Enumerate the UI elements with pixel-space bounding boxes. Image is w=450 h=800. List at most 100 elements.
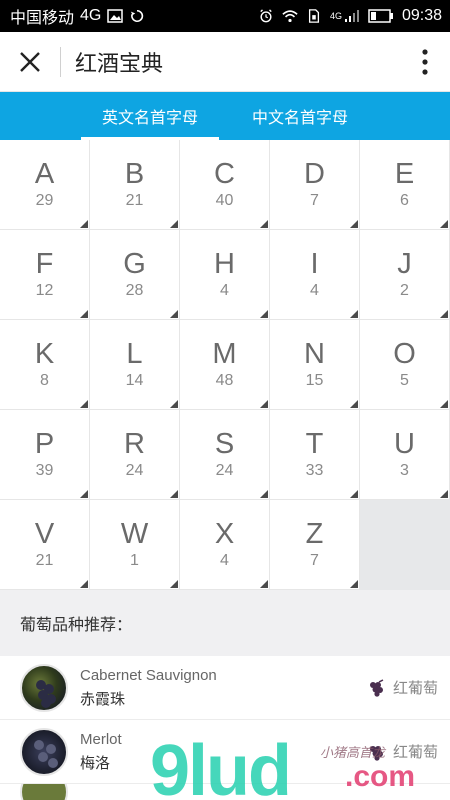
corner-triangle-icon [260, 220, 268, 228]
corner-triangle-icon [80, 220, 88, 228]
corner-triangle-icon [440, 490, 448, 498]
letter-label: K [34, 338, 55, 370]
corner-triangle-icon [170, 400, 178, 408]
letter-label: D [304, 158, 325, 190]
letter-cell-k[interactable]: K8 [0, 320, 90, 410]
letter-cell-x[interactable]: X4 [180, 500, 270, 590]
letter-cell-u[interactable]: U3 [360, 410, 450, 500]
image-notification-icon [107, 9, 124, 23]
letter-cell-j[interactable]: J2 [360, 230, 450, 320]
letter-label: M [212, 338, 237, 370]
tab-bar: 英文名首字母 中文名首字母 [0, 92, 450, 140]
corner-triangle-icon [260, 490, 268, 498]
letter-label: A [34, 158, 55, 190]
watermark-slogan: 小猪高首龙 [320, 746, 386, 761]
letter-label: H [214, 248, 235, 280]
letter-count: 33 [305, 462, 324, 479]
wifi-icon [282, 10, 298, 23]
network-small-label: 4G [329, 11, 342, 21]
title-divider [60, 46, 61, 77]
corner-triangle-icon [260, 400, 268, 408]
corner-triangle-icon [170, 580, 178, 588]
alarm-icon [260, 9, 272, 23]
letter-cell-c[interactable]: C 40 [180, 140, 270, 230]
letter-cell-d[interactable]: D7 [270, 140, 360, 230]
letter-cell-a[interactable]: A 29 [0, 140, 90, 230]
letter-label: U [394, 428, 415, 460]
letter-label: L [126, 338, 143, 370]
more-button[interactable] [400, 32, 450, 92]
tab-chinese-initial[interactable]: 中文名首字母 [225, 92, 375, 140]
variety-tag: 红葡萄 [392, 744, 438, 761]
signal-icon [344, 10, 359, 22]
letter-count: 21 [35, 552, 54, 569]
grape-thumbnail [20, 784, 68, 800]
letter-count: 6 [400, 192, 409, 209]
letter-label: S [214, 428, 235, 460]
corner-triangle-icon [350, 490, 358, 498]
letter-label: G [123, 248, 146, 280]
network-label: 4G [80, 7, 102, 24]
letter-cell-v[interactable]: V 21 [0, 500, 90, 590]
letter-label: F [35, 248, 54, 280]
corner-triangle-icon [80, 400, 88, 408]
tab-english-initial[interactable]: 英文名首字母 [75, 92, 225, 140]
corner-triangle-icon [170, 490, 178, 498]
letter-label: N [304, 338, 325, 370]
corner-triangle-icon [350, 220, 358, 228]
letter-label: E [394, 158, 415, 190]
letter-cell-n[interactable]: N 15 [270, 320, 360, 410]
letter-cell-t[interactable]: T 33 [270, 410, 360, 500]
letter-cell-s[interactable]: S 24 [180, 410, 270, 500]
letter-count: 1 [130, 552, 139, 569]
close-button[interactable] [0, 32, 60, 92]
letter-label: P [34, 428, 55, 460]
letter-cell-e[interactable]: E6 [360, 140, 450, 230]
battery-icon [368, 9, 393, 23]
letter-cell-b[interactable]: B 21 [90, 140, 180, 230]
letter-cell-g[interactable]: G 28 [90, 230, 180, 320]
letter-cell-z[interactable]: Z7 [270, 500, 360, 590]
letter-count: 12 [35, 282, 54, 299]
letter-count: 5 [400, 372, 409, 389]
letter-cell-f[interactable]: F 12 [0, 230, 90, 320]
corner-triangle-icon [170, 220, 178, 228]
letter-label: I [310, 248, 319, 280]
corner-triangle-icon [440, 400, 448, 408]
letter-count: 21 [125, 192, 144, 209]
page-title: 红酒宝典 [75, 50, 164, 76]
letter-cell-p[interactable]: P 39 [0, 410, 90, 500]
letter-count: 28 [125, 282, 144, 299]
letter-count: 2 [400, 282, 409, 299]
letter-count: 8 [40, 372, 49, 389]
corner-triangle-icon [350, 580, 358, 588]
sim-icon [308, 9, 319, 23]
list-item[interactable]: Cabernet Sauvignon 赤霞珠 红葡萄 [0, 656, 450, 720]
letter-count: 39 [35, 462, 54, 479]
letter-cell-r[interactable]: R 24 [90, 410, 180, 500]
corner-triangle-icon [80, 310, 88, 318]
app-bar: 红酒宝典 [0, 32, 450, 92]
letter-cell-l[interactable]: L 14 [90, 320, 180, 410]
sync-icon [131, 9, 144, 23]
clock: 09:38 [401, 7, 442, 24]
letter-count: 48 [215, 372, 234, 389]
recommend-title: 葡萄品种推荐： [0, 590, 450, 656]
letter-label: O [393, 338, 416, 370]
letter-cell-i[interactable]: I4 [270, 230, 360, 320]
corner-triangle-icon [350, 310, 358, 318]
variety-name-en: Cabernet Sauvignon [80, 666, 217, 684]
letter-count: 14 [125, 372, 144, 389]
letter-label: R [124, 428, 145, 460]
letter-cell-h[interactable]: H4 [180, 230, 270, 320]
letter-cell-w[interactable]: W1 [90, 500, 180, 590]
letter-cell-o[interactable]: O5 [360, 320, 450, 410]
watermark-brand: 9lud [150, 731, 292, 800]
grape-thumbnail [20, 727, 68, 776]
letter-cell-m[interactable]: M 48 [180, 320, 270, 410]
letter-label: X [214, 518, 235, 550]
status-bar: 中国移动 4G 4G 09:38 [0, 0, 450, 32]
letter-label: V [34, 518, 55, 550]
variety-name-cn: 梅洛 [80, 754, 111, 772]
letter-count: 24 [125, 462, 144, 479]
